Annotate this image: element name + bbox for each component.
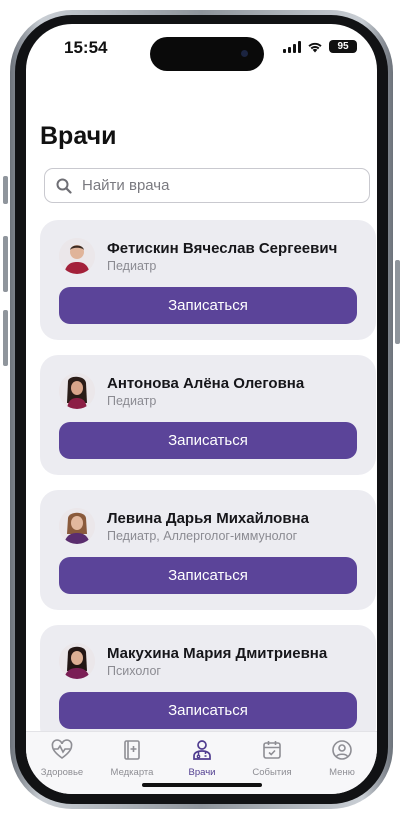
doctor-card: Антонова Алёна Олеговна Педиатр Записать… bbox=[40, 355, 376, 475]
heart-pulse-icon bbox=[51, 739, 73, 759]
tab-label: Врачи bbox=[188, 767, 216, 778]
medical-record-icon bbox=[124, 740, 140, 760]
tab-medical-record[interactable]: Медкарта bbox=[97, 738, 167, 778]
camera-dot bbox=[241, 50, 248, 57]
page-title: Врачи bbox=[40, 122, 117, 150]
tab-menu[interactable]: Меню bbox=[307, 738, 377, 778]
tab-events[interactable]: События bbox=[237, 738, 307, 778]
doctor-name: Антонова Алёна Олеговна bbox=[107, 375, 305, 392]
tab-health[interactable]: Здоровье bbox=[27, 738, 97, 778]
search-field[interactable] bbox=[44, 168, 370, 203]
doctor-card: Фетискин Вячеслав Сергеевич Педиатр Запи… bbox=[40, 220, 376, 340]
doctor-icon bbox=[193, 740, 211, 760]
battery-icon: 95 bbox=[329, 40, 357, 53]
doctor-name: Макухина Мария Дмитриевна bbox=[107, 645, 328, 662]
doctor-name: Левина Дарья Михайловна bbox=[107, 510, 309, 527]
tab-label: Медкарта bbox=[110, 767, 154, 778]
search-icon bbox=[56, 178, 72, 194]
doctor-card: Макухина Мария Дмитриевна Психолог Запис… bbox=[40, 625, 376, 745]
book-appointment-button[interactable]: Записаться bbox=[59, 422, 357, 459]
status-time: 15:54 bbox=[64, 38, 108, 57]
doctor-specialty: Психолог bbox=[107, 664, 161, 678]
dynamic-island bbox=[150, 37, 264, 71]
doctor-card: Левина Дарья Михайловна Педиатр, Аллерго… bbox=[40, 490, 376, 610]
volume-down-button bbox=[3, 310, 8, 366]
doctor-avatar bbox=[59, 373, 95, 409]
volume-up-button bbox=[3, 236, 8, 292]
book-appointment-button[interactable]: Записаться bbox=[59, 557, 357, 594]
tab-label: События bbox=[252, 767, 292, 778]
home-indicator[interactable] bbox=[142, 783, 262, 787]
power-button bbox=[395, 260, 400, 344]
doctor-avatar bbox=[59, 508, 95, 544]
screen: 15:54 95 Врачи Фетискин Вячес bbox=[26, 24, 377, 794]
cellular-signal-icon bbox=[283, 40, 301, 53]
book-appointment-button[interactable]: Записаться bbox=[59, 692, 357, 729]
search-input[interactable] bbox=[80, 176, 344, 195]
doctor-specialty: Педиатр bbox=[107, 394, 157, 408]
tab-doctors[interactable]: Врачи bbox=[167, 738, 237, 778]
doctor-name: Фетискин Вячеслав Сергеевич bbox=[107, 240, 338, 257]
doctor-specialty: Педиатр bbox=[107, 259, 157, 273]
mute-switch bbox=[3, 176, 8, 204]
profile-menu-icon bbox=[332, 740, 352, 760]
doctor-avatar bbox=[59, 238, 95, 274]
calendar-check-icon bbox=[263, 741, 281, 759]
wifi-icon bbox=[308, 42, 322, 52]
doctor-avatar bbox=[59, 643, 95, 679]
status-icons: 95 bbox=[283, 40, 357, 53]
tab-label: Меню bbox=[329, 767, 355, 778]
doctor-specialty: Педиатр, Аллерголог-иммунолог bbox=[107, 529, 298, 543]
book-appointment-button[interactable]: Записаться bbox=[59, 287, 357, 324]
tab-label: Здоровье bbox=[40, 767, 84, 778]
